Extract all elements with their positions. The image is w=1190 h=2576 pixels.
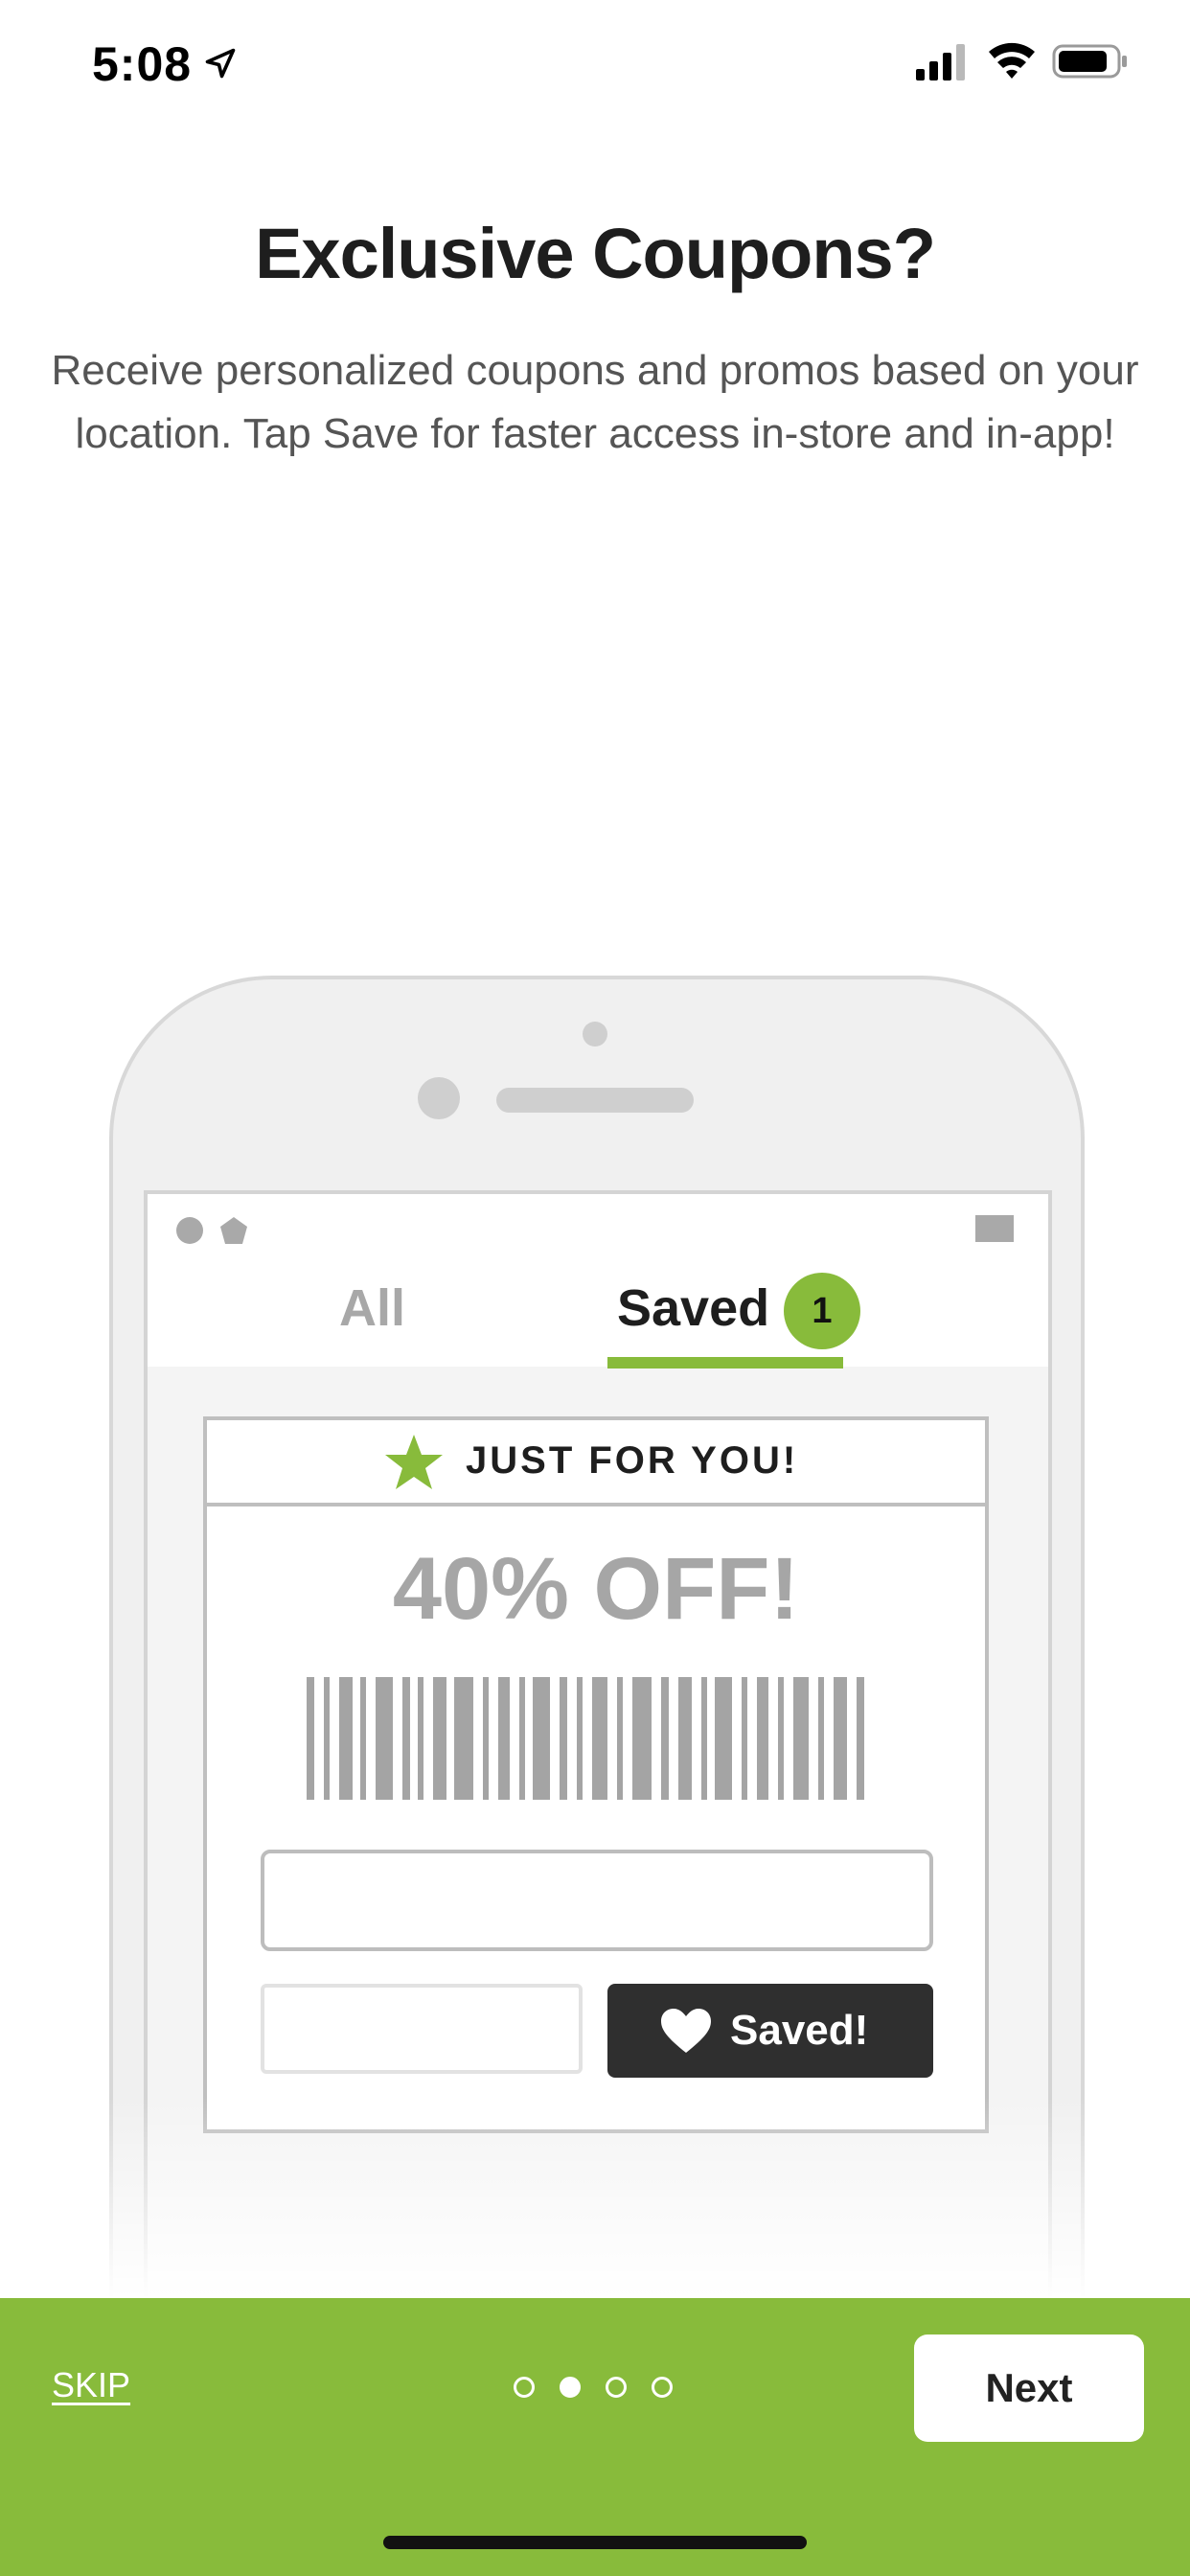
phone-speaker (496, 1088, 694, 1113)
status-bar: 5:08 (0, 0, 1190, 126)
coupon-tabs: All Saved 1 (148, 1252, 1048, 1368)
page-title: Exclusive Coupons? (255, 214, 936, 293)
status-time: 5:08 (92, 37, 193, 91)
page-dot-2-active[interactable] (560, 2377, 581, 2398)
next-button[interactable]: Next (914, 2334, 1144, 2442)
coupon-secondary-button (261, 1984, 583, 2074)
circle-icon (176, 1217, 203, 1244)
coupon-header: JUST FOR YOU! (207, 1420, 985, 1506)
page-indicator (514, 2377, 686, 2404)
pentagon-icon (220, 1217, 247, 1244)
saved-count-badge: 1 (784, 1273, 860, 1349)
page-dot-3[interactable] (606, 2377, 627, 2398)
page-subtitle: Receive personalized coupons and promos … (51, 347, 1139, 457)
wifi-icon (989, 42, 1035, 79)
saved-button-label: Saved! (730, 2007, 869, 2054)
cellular-signal-icon (916, 44, 965, 80)
illustration-fade (0, 2097, 1190, 2298)
bottom-bar: SKIP Next (0, 2298, 1190, 2576)
coupon-discount: 40% OFF! (392, 1540, 800, 1638)
location-arrow-icon (205, 48, 236, 79)
phone-camera (583, 1022, 607, 1046)
coupon-card: JUST FOR YOU! 40% OFF! Saved! (203, 1416, 989, 2133)
heart-icon (661, 2009, 711, 2053)
coupon-saved-button: Saved! (607, 1984, 933, 2078)
mini-status-bar (148, 1194, 1048, 1252)
star-icon (385, 1435, 443, 1489)
active-tab-indicator (607, 1357, 843, 1368)
coupon-header-label: JUST FOR YOU! (466, 1439, 799, 1482)
home-indicator[interactable] (383, 2536, 807, 2549)
tab-saved: Saved (617, 1279, 770, 1337)
skip-link[interactable]: SKIP (52, 2365, 130, 2405)
square-icon (975, 1215, 1014, 1242)
page-dot-1[interactable] (514, 2377, 535, 2398)
coupon-details-box (261, 1850, 933, 1951)
battery-icon (1052, 44, 1127, 79)
tab-all: All (339, 1279, 406, 1337)
barcode (307, 1677, 864, 1800)
phone-sensor (418, 1077, 460, 1119)
page-dot-4[interactable] (652, 2377, 673, 2398)
